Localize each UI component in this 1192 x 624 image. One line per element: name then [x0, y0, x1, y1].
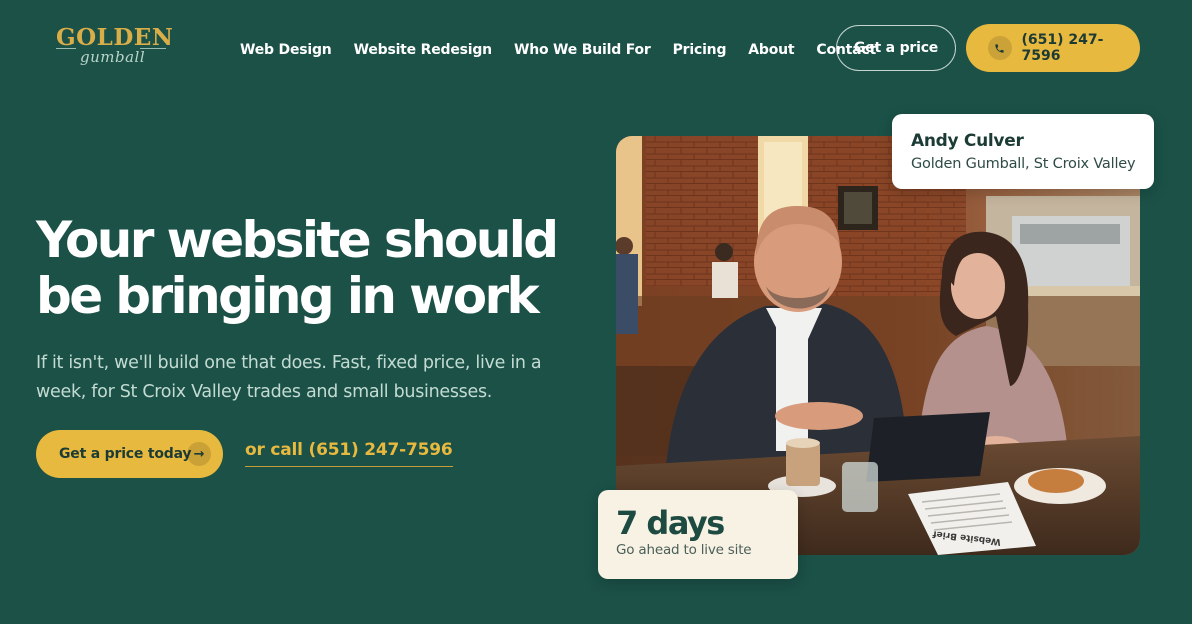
logo[interactable]: GOLDEN gumball: [56, 24, 173, 76]
hero-title-line-1: Your website should: [36, 211, 559, 269]
main-nav: Web Design Website Redesign Who We Build…: [240, 40, 898, 60]
turnaround-card: 7 days Go ahead to live site: [598, 490, 798, 579]
get-price-today-button[interactable]: Get a price today →: [36, 430, 223, 478]
hero-title: Your website should be bringing in work: [36, 212, 596, 324]
nav-item-website-redesign[interactable]: Website Redesign: [354, 40, 493, 60]
turnaround-value: 7 days: [616, 504, 725, 542]
hero-subtitle: If it isn't, we'll build one that does. …: [36, 353, 542, 402]
logo-script: gumball: [56, 48, 168, 73]
get-price-button[interactable]: Get a price: [836, 25, 956, 71]
nav-item-about[interactable]: About: [748, 40, 794, 60]
turnaround-label: Go ahead to live site: [616, 542, 752, 558]
cta-label: Get a price today: [59, 446, 192, 462]
hero-title-line-2: be bringing in work: [36, 267, 540, 325]
phone-button-label: (651) 247-7596: [1021, 32, 1104, 64]
logo-rule-left: [56, 48, 76, 49]
nav-item-web-design[interactable]: Web Design: [240, 40, 332, 60]
arrow-right-icon: →: [187, 442, 211, 466]
phone-button[interactable]: (651) 247-7596: [966, 24, 1140, 72]
person-name: Andy Culver: [911, 131, 1024, 151]
logo-script-text: gumball: [80, 48, 146, 66]
call-phone-link[interactable]: or call (651) 247-7596: [245, 440, 453, 467]
phone-icon: [988, 36, 1012, 60]
person-location: Golden Gumball, St Croix Valley: [911, 156, 1136, 172]
nav-item-pricing[interactable]: Pricing: [673, 40, 727, 60]
logo-rule-right: [140, 48, 166, 49]
person-card: Andy Culver Golden Gumball, St Croix Val…: [892, 114, 1154, 189]
nav-item-who-we-build-for[interactable]: Who We Build For: [514, 40, 651, 60]
